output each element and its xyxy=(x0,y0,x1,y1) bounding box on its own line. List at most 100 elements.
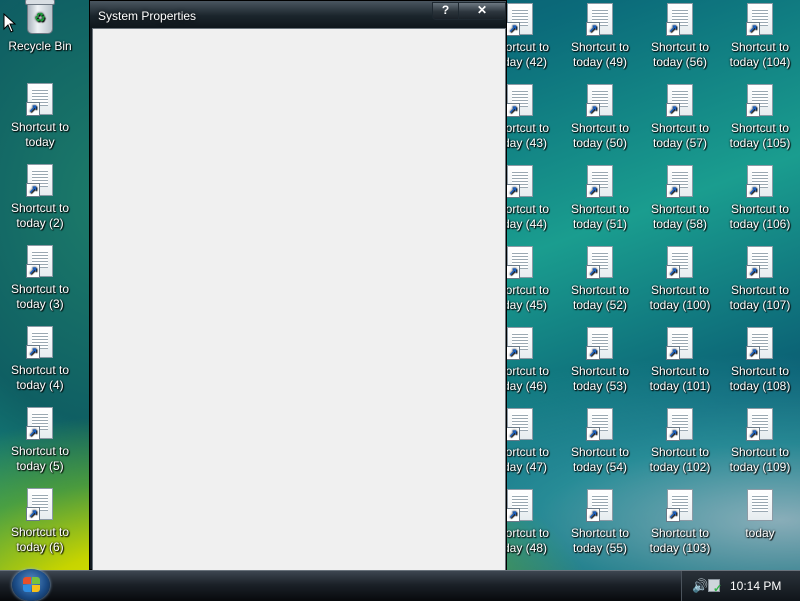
desktop-shortcut[interactable]: ↗ Shortcut to today (104) xyxy=(720,0,800,80)
shortcut-arrow-icon: ↗ xyxy=(746,103,760,117)
shortcut-arrow-icon: ↗ xyxy=(666,184,680,198)
shortcut-arrow-icon: ↗ xyxy=(666,427,680,441)
desktop-shortcut[interactable]: ↗ Shortcut to today (101) xyxy=(640,324,720,404)
desktop-shortcut[interactable]: ↗ Shortcut to today (54) xyxy=(560,405,640,485)
document-shortcut-icon: ↗ xyxy=(506,3,533,36)
desktop-shortcut[interactable]: ↗ Shortcut to today (50) xyxy=(560,81,640,161)
desktop-shortcut[interactable]: ↗ Shortcut to today (105) xyxy=(720,81,800,161)
desktop-shortcut-label: Shortcut to today (56) xyxy=(640,40,720,70)
label-line-1: Shortcut to xyxy=(570,121,630,135)
desktop-shortcut[interactable]: ↗ Shortcut to today (107) xyxy=(720,243,800,323)
label-line-2: today (57) xyxy=(652,136,708,150)
label-line-1: Shortcut to xyxy=(570,202,630,216)
desktop-shortcut[interactable]: ↗ Shortcut to today (6) xyxy=(0,485,80,565)
start-button[interactable] xyxy=(12,569,50,601)
shortcut-arrow-icon: ↗ xyxy=(746,346,760,360)
desktop-shortcut-label: Shortcut to today (102) xyxy=(640,445,720,475)
clock[interactable]: 10:14 PM xyxy=(730,579,781,593)
desktop-shortcut-label: Shortcut to today (2) xyxy=(0,201,80,231)
desktop-shortcut[interactable]: ↗ Shortcut to today (102) xyxy=(640,405,720,485)
desktop-shortcut[interactable]: ↗ Shortcut to today (56) xyxy=(640,0,720,80)
desktop-shortcut[interactable]: ↗ Shortcut to today (51) xyxy=(560,162,640,242)
document-shortcut-icon: ↗ xyxy=(666,3,693,36)
recycle-bin-label: Recycle Bin xyxy=(8,39,72,53)
desktop-shortcut[interactable]: ↗ Shortcut to today (55) xyxy=(560,486,640,566)
label-line-1: Shortcut to xyxy=(10,120,70,134)
label-line-1: Shortcut to xyxy=(650,364,710,378)
shortcut-arrow-icon: ↗ xyxy=(666,508,680,522)
label-line-1: Shortcut to xyxy=(730,40,790,54)
document-shortcut-icon: ↗ xyxy=(666,165,693,198)
label-line-1: Shortcut to xyxy=(10,282,70,296)
label-line-2: today (105) xyxy=(729,136,791,150)
document-shortcut-icon: ↗ xyxy=(26,407,53,440)
shortcut-arrow-icon: ↗ xyxy=(666,103,680,117)
recycle-bin-icon: ♻ xyxy=(25,0,55,34)
label-line-1: Shortcut to xyxy=(10,201,70,215)
desktop-shortcut-label: Shortcut to today xyxy=(0,120,80,150)
desktop-shortcut[interactable]: ↗ Shortcut to today (49) xyxy=(560,0,640,80)
shortcut-arrow-icon: ↗ xyxy=(506,103,520,117)
label-line-2: today (51) xyxy=(572,217,628,231)
shortcut-arrow-icon: ↗ xyxy=(506,184,520,198)
shortcut-arrow-icon: ↗ xyxy=(746,265,760,279)
label-line-2: today xyxy=(25,135,55,149)
label-line-1: Shortcut to xyxy=(570,445,630,459)
desktop-shortcut-label: Shortcut to today (107) xyxy=(720,283,800,313)
shortcut-arrow-icon: ↗ xyxy=(586,103,600,117)
shortcut-arrow-icon: ↗ xyxy=(506,427,520,441)
desktop-shortcut[interactable]: today xyxy=(720,486,800,566)
label-line-1: Shortcut to xyxy=(650,202,710,216)
desktop-shortcut[interactable]: ↗ Shortcut to today (3) xyxy=(0,242,80,322)
label-line-1: Shortcut to xyxy=(650,445,710,459)
system-properties-window: System Properties ? ✕ xyxy=(89,0,507,571)
desktop-shortcut[interactable]: ↗ Shortcut to today (108) xyxy=(720,324,800,404)
document-shortcut-icon: ↗ xyxy=(26,164,53,197)
recycle-bin-icon-item[interactable]: ♻ Recycle Bin xyxy=(0,0,80,80)
desktop-shortcut-label: Shortcut to today (52) xyxy=(560,283,640,313)
help-button[interactable]: ? xyxy=(432,2,459,20)
label-line-1: Shortcut to xyxy=(10,525,70,539)
desktop-shortcut[interactable]: ↗ Shortcut to today (103) xyxy=(640,486,720,566)
window-titlebar[interactable]: System Properties ? ✕ xyxy=(90,1,506,28)
shortcut-arrow-icon: ↗ xyxy=(586,427,600,441)
label-line-1: Shortcut to xyxy=(10,363,70,377)
label-line-1: Shortcut to xyxy=(650,526,710,540)
document-shortcut-icon: ↗ xyxy=(506,408,533,441)
mouse-cursor-icon xyxy=(3,13,17,33)
desktop-shortcut[interactable]: ↗ Shortcut to today (2) xyxy=(0,161,80,241)
taskbar: 🔊 ✓ 10:14 PM xyxy=(0,569,800,601)
label-line-2: today (53) xyxy=(572,379,628,393)
desktop-shortcut[interactable]: ↗ Shortcut to today (106) xyxy=(720,162,800,242)
label-line-1: Shortcut to xyxy=(730,202,790,216)
label-line-2: today (104) xyxy=(729,55,791,69)
label-line-2: today (6) xyxy=(16,540,64,554)
desktop-shortcut-label: Shortcut to today (51) xyxy=(560,202,640,232)
document-shortcut-icon: ↗ xyxy=(586,327,613,360)
desktop-shortcut[interactable]: ↗ Shortcut to today (52) xyxy=(560,243,640,323)
close-button[interactable]: ✕ xyxy=(458,2,506,20)
desktop-shortcut[interactable]: ↗ Shortcut to today (100) xyxy=(640,243,720,323)
shortcut-arrow-icon: ↗ xyxy=(746,427,760,441)
desktop-shortcut[interactable]: ↗ Shortcut to today (5) xyxy=(0,404,80,484)
document-shortcut-icon: ↗ xyxy=(506,489,533,522)
desktop-shortcut[interactable]: ↗ Shortcut to today xyxy=(0,80,80,160)
desktop-shortcut[interactable]: ↗ Shortcut to today (57) xyxy=(640,81,720,161)
shortcut-arrow-icon: ↗ xyxy=(586,346,600,360)
desktop-shortcut-label: Shortcut to today (4) xyxy=(0,363,80,393)
label-line-1: Shortcut to xyxy=(730,283,790,297)
desktop-shortcut-label: Shortcut to today (54) xyxy=(560,445,640,475)
desktop-shortcut[interactable]: ↗ Shortcut to today (53) xyxy=(560,324,640,404)
document-shortcut-icon: ↗ xyxy=(666,408,693,441)
windows-logo-quadrant xyxy=(32,585,40,592)
shortcut-arrow-icon: ↗ xyxy=(26,102,40,116)
desktop-shortcut[interactable]: ↗ Shortcut to today (4) xyxy=(0,323,80,403)
desktop-shortcut[interactable]: ↗ Shortcut to today (109) xyxy=(720,405,800,485)
document-shortcut-icon: ↗ xyxy=(506,327,533,360)
desktop-shortcut[interactable]: ↗ Shortcut to today (58) xyxy=(640,162,720,242)
network-icon[interactable]: ✓ xyxy=(708,579,722,595)
speaker-icon[interactable]: 🔊 xyxy=(692,578,708,594)
shortcut-arrow-icon: ↗ xyxy=(586,22,600,36)
document-shortcut-icon: ↗ xyxy=(506,165,533,198)
shortcut-arrow-icon: ↗ xyxy=(506,346,520,360)
